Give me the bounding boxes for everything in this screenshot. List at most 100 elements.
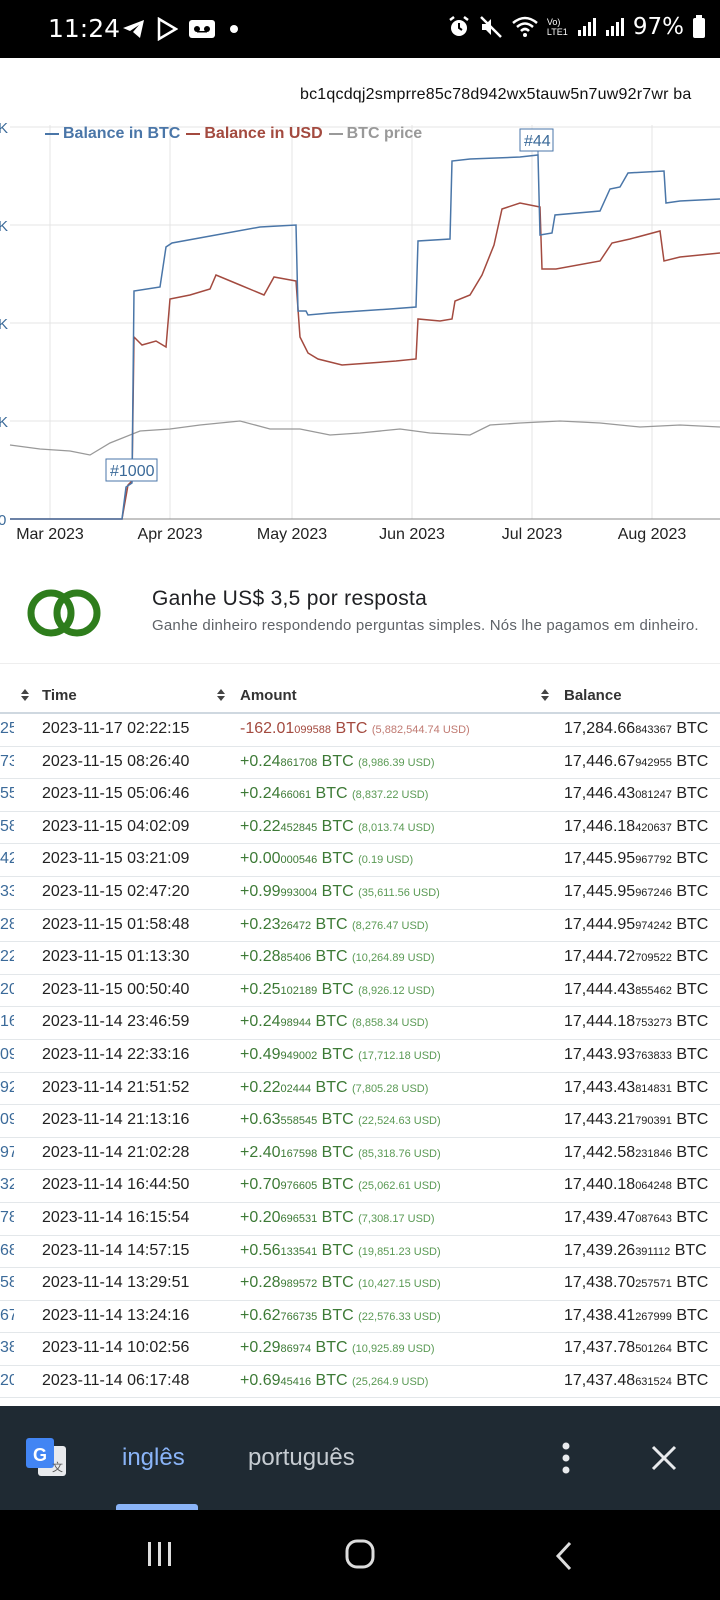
table-row[interactable]: 42 2023-11-15 03:21:09 +0.00000546 BTC (0.…	[0, 844, 720, 877]
tx-id-link[interactable]: 38	[0, 1339, 14, 1357]
tx-balance-small: 267999	[635, 1310, 672, 1323]
recent-apps-icon[interactable]	[144, 1540, 176, 1568]
lang-source-tab[interactable]: inglês	[122, 1444, 185, 1472]
tx-time: 2023-11-14 21:02:28	[42, 1143, 190, 1161]
tx-id-link[interactable]: 68	[0, 1242, 14, 1260]
legend-swatch	[186, 133, 201, 135]
tx-amount-unit: BTC	[321, 1241, 354, 1259]
tx-balance-small: 855462	[635, 984, 672, 997]
table-row[interactable]: 33 2023-11-15 02:47:20 +0.99993004 BTC (35…	[0, 877, 720, 910]
tx-id-link[interactable]: 09	[0, 1046, 14, 1064]
tx-balance: 17,439.26391112 BTC	[564, 1242, 707, 1260]
legend-item[interactable]: BTC price	[328, 125, 422, 143]
table-row[interactable]: 58 2023-11-15 04:02:09 +0.22452845 BTC (8,…	[0, 812, 720, 845]
table-row[interactable]: 28 2023-11-15 01:58:48 +0.2326472 BTC (8,2…	[0, 910, 720, 943]
tx-id-link[interactable]: 73	[0, 753, 14, 771]
tx-id-link[interactable]: 28	[0, 916, 14, 934]
tx-id-link[interactable]: 20	[0, 981, 14, 999]
tx-amount-small: 133541	[280, 1245, 318, 1258]
table-row[interactable]: 38 2023-11-14 10:02:56 +0.2986974 BTC (10,…	[0, 1333, 720, 1366]
mute-icon	[479, 16, 502, 38]
tx-id-link[interactable]: 09	[0, 1111, 14, 1129]
table-row[interactable]: 68 2023-11-14 14:57:15 +0.56133541 BTC (19…	[0, 1236, 720, 1269]
tx-amount: +0.2466061 BTC (8,837.22 USD)	[240, 785, 428, 803]
tx-balance-small: 081247	[635, 789, 672, 802]
ad-banner[interactable]: Ganhe US$ 3,5 por resposta Ganhe dinheir…	[0, 565, 720, 665]
tx-id-link[interactable]: 32	[0, 1176, 14, 1194]
chart-legend: Balance in BTC Balance in USD BTC price	[45, 125, 422, 143]
sort-icon[interactable]	[20, 688, 30, 702]
tx-balance-main: 17,439.26	[564, 1241, 636, 1259]
back-icon[interactable]	[552, 1540, 576, 1572]
table-row[interactable]: 92 2023-11-14 21:51:52 +0.2202444 BTC (7,8…	[0, 1073, 720, 1106]
tx-id-link[interactable]: 25	[0, 720, 14, 738]
table-row[interactable]: 25 2023-11-17 02:22:15 -162.01099588 BTC (…	[0, 714, 720, 747]
tx-balance-small: 087643	[635, 1212, 672, 1225]
tx-amount-unit: BTC	[321, 980, 354, 998]
y-tick-label: K	[0, 316, 8, 333]
table-row[interactable]: 20 2023-11-15 00:50:40 +0.25102189 BTC (8,…	[0, 975, 720, 1008]
legend-item[interactable]: Balance in USD	[186, 125, 323, 143]
tx-balance-unit: BTC	[676, 948, 709, 966]
tx-amount-small: 02444	[280, 1082, 312, 1095]
home-icon[interactable]	[344, 1538, 376, 1570]
tx-balance: 17,446.67942955 BTC	[564, 753, 708, 771]
tx-balance-unit: BTC	[676, 1045, 709, 1063]
tx-id-link[interactable]: 58	[0, 1274, 14, 1292]
x-tick-label: Apr 2023	[138, 526, 203, 543]
tx-id-link[interactable]: 42	[0, 850, 14, 868]
table-row[interactable]: 09 2023-11-14 22:33:16 +0.49949002 BTC (17…	[0, 1040, 720, 1073]
sort-icon[interactable]	[216, 688, 226, 702]
tx-balance: 17,444.43855462 BTC	[564, 981, 708, 999]
tx-id-link[interactable]: 55	[0, 785, 14, 803]
tx-time: 2023-11-14 21:51:52	[42, 1078, 190, 1096]
tx-id-link[interactable]: 92	[0, 1079, 14, 1097]
tx-id-link[interactable]: 97	[0, 1144, 14, 1162]
tx-id-link[interactable]: 67	[0, 1307, 14, 1325]
table-row[interactable]: 32 2023-11-14 16:44:50 +0.70976605 BTC (25…	[0, 1170, 720, 1203]
table-row[interactable]: 73 2023-11-15 08:26:40 +0.24861708 BTC (8,…	[0, 747, 720, 780]
more-vert-icon[interactable]	[560, 1440, 572, 1476]
tx-balance: 17,444.72709522 BTC	[564, 948, 708, 966]
column-header-amount[interactable]: Amount	[240, 687, 297, 704]
table-row[interactable]: 97 2023-11-14 21:02:28 +2.40167598 BTC (85…	[0, 1138, 720, 1171]
table-row[interactable]: 78 2023-11-14 16:15:54 +0.20696531 BTC (7,…	[0, 1203, 720, 1236]
tx-id-link[interactable]: 22	[0, 948, 14, 966]
tx-id-link[interactable]: 16	[0, 1013, 14, 1031]
table-row[interactable]: 20 2023-11-14 06:17:48 +0.6945416 BTC (25,…	[0, 1366, 720, 1399]
tx-amount: +0.24861708 BTC (8,986.39 USD)	[240, 753, 435, 771]
tx-balance-small: 420637	[635, 821, 672, 834]
column-header-balance[interactable]: Balance	[564, 687, 622, 704]
ad-title[interactable]: Ganhe US$ 3,5 por resposta	[152, 587, 427, 611]
column-header-time[interactable]: Time	[42, 687, 77, 704]
tx-balance-small: 064248	[635, 1180, 672, 1193]
tx-balance-small: 942955	[635, 756, 672, 769]
tx-balance-unit: BTC	[676, 850, 709, 868]
legend-item[interactable]: Balance in BTC	[45, 125, 180, 143]
tx-amount-unit: BTC	[321, 817, 354, 835]
tx-amount-small: 85406	[280, 952, 312, 965]
table-row[interactable]: 22 2023-11-15 01:13:30 +0.2885406 BTC (10,…	[0, 942, 720, 975]
tx-id-link[interactable]: 20	[0, 1372, 14, 1390]
sort-icon[interactable]	[540, 688, 550, 702]
legend-swatch	[45, 133, 59, 135]
tx-id-link[interactable]: 33	[0, 883, 14, 901]
table-row[interactable]: 58 2023-11-14 13:29:51 +0.28989572 BTC (10…	[0, 1268, 720, 1301]
lang-target-tab[interactable]: português	[248, 1444, 355, 1472]
table-row[interactable]: 09 2023-11-14 21:13:16 +0.63558545 BTC (22…	[0, 1105, 720, 1138]
google-translate-icon[interactable]: G 文	[24, 1436, 68, 1480]
tx-amount: +0.22452845 BTC (8,013.74 USD)	[240, 818, 435, 836]
tx-id-link[interactable]: 58	[0, 818, 14, 836]
tx-balance-small: 709522	[635, 952, 672, 965]
tx-id-link[interactable]: 78	[0, 1209, 14, 1227]
tx-amount-small: 976605	[280, 1180, 318, 1193]
table-row[interactable]: 55 2023-11-15 05:06:46 +0.2466061 BTC (8,8…	[0, 779, 720, 812]
tx-balance: 17,446.18420637 BTC	[564, 818, 708, 836]
tx-time: 2023-11-14 22:33:16	[42, 1045, 190, 1063]
close-icon[interactable]	[650, 1444, 678, 1472]
wifi-icon	[512, 16, 538, 37]
tx-balance-unit: BTC	[676, 1078, 709, 1096]
tx-amount-main: +0.22	[240, 1078, 281, 1096]
table-row[interactable]: 16 2023-11-14 23:46:59 +0.2498944 BTC (8,8…	[0, 1007, 720, 1040]
table-row[interactable]: 67 2023-11-14 13:24:16 +0.62766735 BTC (22…	[0, 1301, 720, 1334]
